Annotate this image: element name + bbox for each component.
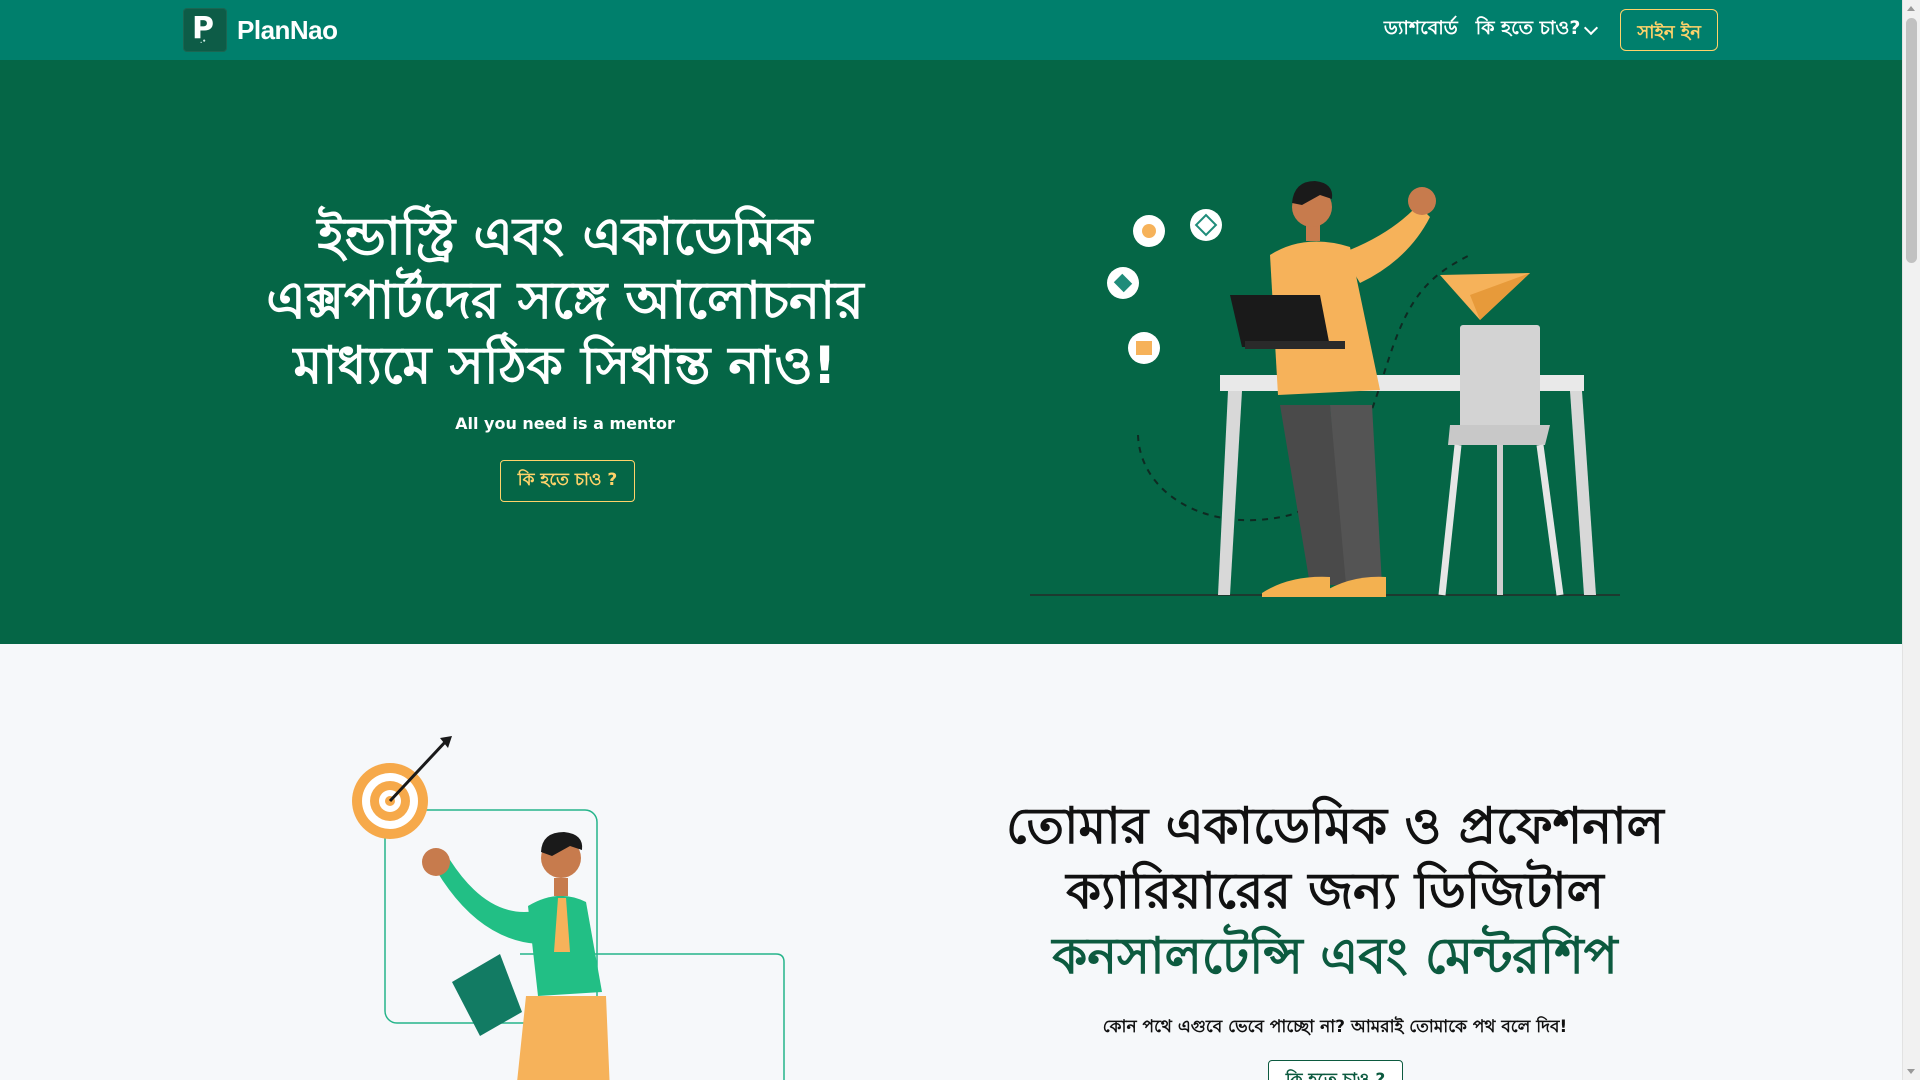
page-scrollbar[interactable] [1902, 0, 1920, 1080]
mentor-illustration [352, 736, 785, 1080]
scroll-up-arrow-icon[interactable] [1907, 6, 1915, 11]
mentorship-section: তোমার একাডেমিক ও প্রফেশনাল ক্যারিয়ারের … [0, 644, 1903, 1080]
tag-icon [1107, 267, 1139, 299]
page-viewport: P .• PlanNao ড্যাশবোর্ড কি হতে চাও? সাইন… [0, 0, 1903, 1080]
scroll-down-arrow-icon[interactable] [1907, 1069, 1915, 1074]
hero-cta-button[interactable]: কি হতে চাও ? [500, 460, 635, 502]
nav-menu: ড্যাশবোর্ড কি হতে চাও? সাইন ইন [1384, 8, 1718, 52]
diamond-icon [1190, 209, 1222, 241]
logo-mark-dot: .• [200, 38, 207, 45]
nav-dashboard-link[interactable]: ড্যাশবোর্ড [1384, 14, 1458, 46]
mentorship-subtitle: কোন পথে এগুবে ভেবে পাচ্ছো না? আমরাই তোমা… [1102, 1017, 1568, 1037]
lightbulb-icon [1133, 215, 1165, 247]
hero-subtitle: All you need is a mentor [455, 414, 675, 433]
mentorship-title: তোমার একাডেমিক ও প্রফেশনাল ক্যারিয়ারের … [940, 794, 1730, 989]
bank-icon [1128, 332, 1160, 364]
hero-illustration [1030, 181, 1620, 597]
logo-icon: P .• [183, 8, 227, 52]
signin-button[interactable]: সাইন ইন [1620, 9, 1718, 51]
mentorship-title-accent: কনসালটেন্সি এবং মেন্টরশিপ [1052, 927, 1618, 985]
navbar: P .• PlanNao ড্যাশবোর্ড কি হতে চাও? সাইন… [0, 0, 1903, 61]
mentorship-title-line2: ক্যারিয়ারের জন্য ডিজিটাল [1066, 862, 1604, 920]
mentor-figure [422, 832, 610, 1080]
mentorship-title-line1: তোমার একাডেমিক ও প্রফেশনাল [1006, 797, 1664, 855]
hero-section: ইন্ডাস্ট্রি এবং একাডেমিক এক্সপার্টদের সঙ… [0, 60, 1903, 644]
mentorship-cta-button[interactable]: কি হতে চাও ? [1268, 1060, 1403, 1080]
paper-plane-icon [1440, 273, 1530, 320]
hero-title: ইন্ডাস্ট্রি এবং একাডেমিক এক্সপার্টদের সঙ… [266, 207, 864, 396]
nav-what-to-become-dropdown[interactable]: কি হতে চাও? [1475, 14, 1599, 46]
brand-name: PlanNao [237, 14, 338, 45]
scroll-thumb[interactable] [1906, 18, 1917, 263]
nav-what-to-become-label: কি হতে চাও? [1475, 17, 1581, 39]
chevron-down-icon [1584, 20, 1599, 35]
brand-link[interactable]: P .• PlanNao [183, 8, 338, 52]
